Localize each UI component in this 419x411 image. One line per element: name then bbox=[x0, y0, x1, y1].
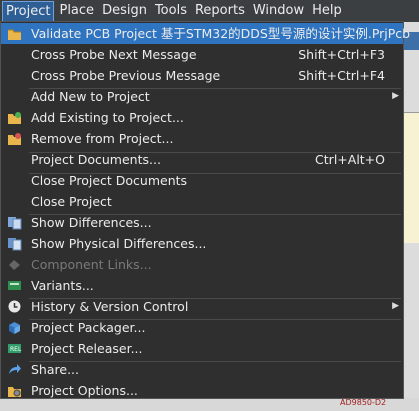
menu-tools[interactable]: Tools bbox=[152, 1, 190, 21]
share-icon bbox=[7, 362, 22, 377]
menu-window[interactable]: Window bbox=[250, 1, 307, 21]
menu-item-label: Project Packager... bbox=[31, 320, 146, 335]
background-note bbox=[404, 112, 419, 243]
menu-item-history-version-control[interactable]: History & Version Control ▶ bbox=[1, 296, 403, 317]
menu-item-cross-probe-next[interactable]: Cross Probe Next Message Shift+Ctrl+F3 bbox=[1, 44, 403, 65]
menu-item-add-existing[interactable]: Add Existing to Project... bbox=[1, 107, 403, 128]
menu-bar: Project Place Design Tools Reports Windo… bbox=[0, 0, 419, 22]
menu-item-cross-probe-previous[interactable]: Cross Probe Previous Message Shift+Ctrl+… bbox=[1, 65, 403, 86]
menu-project[interactable]: Project bbox=[2, 0, 55, 22]
menu-item-label: Remove from Project... bbox=[31, 131, 174, 146]
menu-item-validate-pcb-project[interactable]: Validate PCB Project 基于STM32的DDS型号源的设计实例… bbox=[1, 23, 410, 44]
shortcut-label: Shift+Ctrl+F3 bbox=[298, 47, 385, 62]
menu-item-label: Close Project Documents bbox=[31, 173, 188, 188]
menu-item-close-project-documents[interactable]: Close Project Documents bbox=[1, 170, 403, 191]
menu-item-label: Cross Probe Previous Message bbox=[31, 68, 221, 83]
menu-help[interactable]: Help bbox=[309, 1, 345, 21]
menu-item-show-physical-differences[interactable]: Show Physical Differences... bbox=[1, 233, 403, 254]
physical-differences-icon bbox=[7, 236, 22, 251]
menu-item-label: Variants... bbox=[31, 278, 94, 293]
menu-item-label: Add New to Project bbox=[31, 89, 150, 104]
menu-item-label: Show Physical Differences... bbox=[31, 236, 207, 251]
releaser-icon: REL bbox=[7, 341, 22, 356]
menu-design[interactable]: Design bbox=[99, 1, 150, 21]
menu-item-share[interactable]: Share... bbox=[1, 359, 403, 380]
menu-item-label: Cross Probe Next Message bbox=[31, 47, 197, 62]
menu-item-label: Close Project bbox=[31, 194, 112, 209]
menu-item-show-differences[interactable]: Show Differences... bbox=[1, 212, 403, 233]
shortcut-label: Shift+Ctrl+F4 bbox=[298, 68, 385, 83]
options-icon bbox=[7, 383, 22, 398]
menu-reports[interactable]: Reports bbox=[192, 1, 248, 21]
menu-item-project-documents[interactable]: Project Documents... Ctrl+Alt+O bbox=[1, 149, 403, 170]
menu-item-project-packager[interactable]: Project Packager... bbox=[1, 317, 403, 338]
menu-item-project-releaser[interactable]: REL Project Releaser... bbox=[1, 338, 403, 359]
packager-icon bbox=[7, 320, 22, 335]
menu-item-variants[interactable]: Variants... bbox=[1, 275, 403, 296]
differences-icon bbox=[7, 215, 22, 230]
menu-item-label: Show Differences... bbox=[31, 215, 152, 230]
svg-text:REL: REL bbox=[10, 346, 22, 353]
menu-item-add-new-to-project[interactable]: Add New to Project ▶ bbox=[1, 86, 403, 107]
menu-place[interactable]: Place bbox=[56, 1, 97, 21]
menu-item-label: Project Documents... bbox=[31, 152, 161, 167]
menu-item-label: Project Options... bbox=[31, 383, 138, 398]
menu-item-label: Component Links... bbox=[31, 257, 152, 272]
remove-icon bbox=[7, 131, 22, 146]
menu-item-component-links[interactable]: Component Links... bbox=[1, 254, 403, 275]
project-dropdown-menu: Validate PCB Project 基于STM32的DDS型号源的设计实例… bbox=[0, 21, 410, 401]
variants-icon bbox=[7, 278, 22, 293]
menu-item-label: Share... bbox=[31, 362, 79, 377]
menu-item-close-project[interactable]: Close Project bbox=[1, 191, 403, 212]
add-existing-icon bbox=[7, 110, 22, 125]
shortcut-label: Ctrl+Alt+O bbox=[315, 152, 385, 167]
submenu-arrow-icon: ▶ bbox=[392, 91, 399, 101]
background-schematic bbox=[404, 22, 419, 411]
menu-item-label: History & Version Control bbox=[31, 299, 189, 314]
menu-item-label: Project Releaser... bbox=[31, 341, 143, 356]
submenu-arrow-icon: ▶ bbox=[392, 301, 399, 311]
history-icon bbox=[7, 299, 22, 314]
menu-item-label: Validate PCB Project 基于STM32的DDS型号源的设计实例… bbox=[31, 26, 411, 41]
menu-item-label: Add Existing to Project... bbox=[31, 110, 184, 125]
menu-item-project-options[interactable]: Project Options... bbox=[1, 380, 403, 401]
validate-icon bbox=[7, 26, 22, 41]
component-links-icon bbox=[7, 257, 22, 272]
menu-item-remove-from-project[interactable]: Remove from Project... bbox=[1, 128, 403, 149]
